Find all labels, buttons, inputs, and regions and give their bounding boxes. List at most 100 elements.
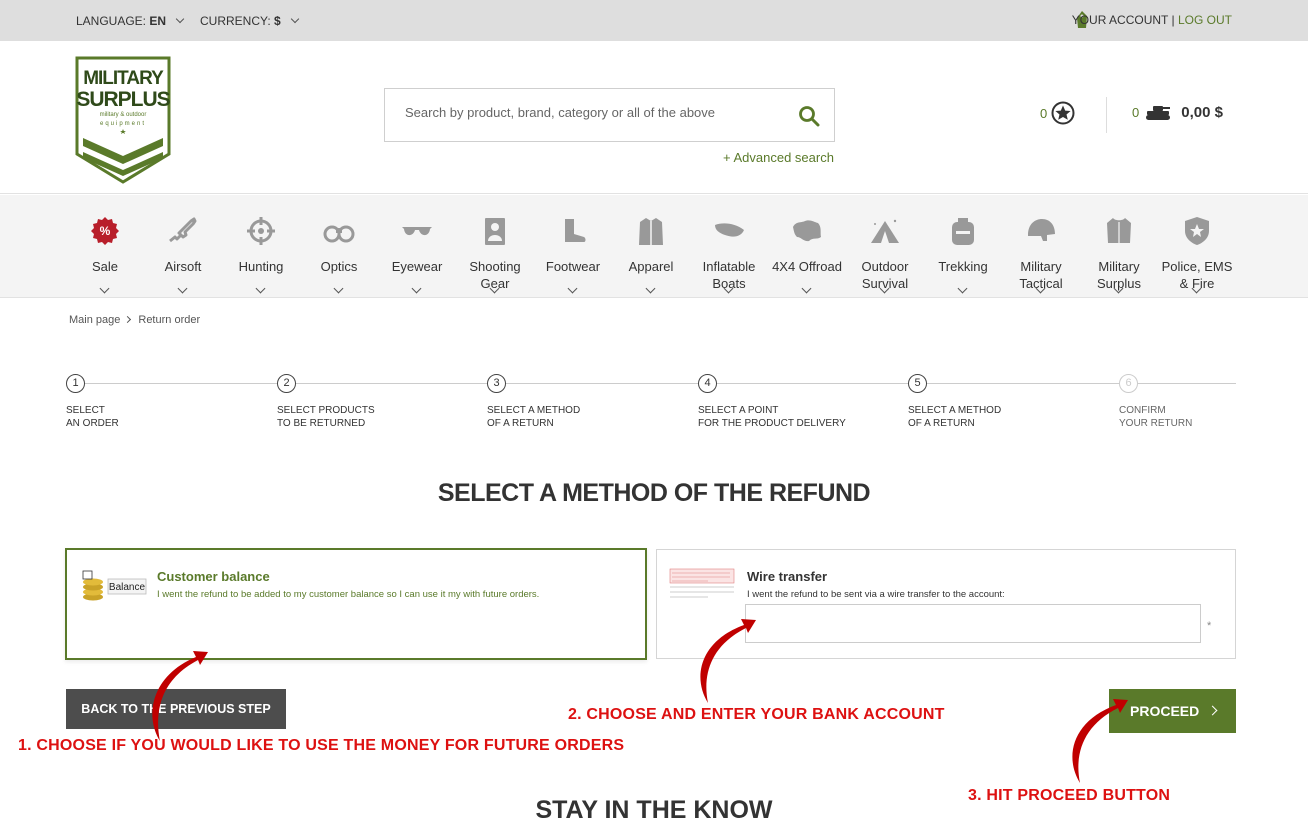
step-number: 2 — [277, 374, 296, 393]
boot-icon — [565, 219, 586, 242]
helmet-icon — [1028, 219, 1055, 241]
rifle-icon — [169, 217, 197, 243]
required-mark: * — [1207, 620, 1212, 632]
svg-text:Balance: Balance — [109, 582, 146, 593]
annotation-arrow-1 — [152, 651, 208, 741]
search-input[interactable] — [405, 105, 765, 120]
language-selector[interactable]: LANGUAGE: EN — [76, 14, 185, 28]
chevron-down-icon — [411, 283, 422, 294]
chevron-down-icon — [801, 283, 812, 294]
chevron-right-icon — [1207, 705, 1218, 716]
wire-transfer-thumbnail — [668, 565, 738, 601]
bank-account-input[interactable] — [745, 604, 1201, 643]
nav-item-trekking[interactable]: Trekking — [924, 215, 1002, 294]
your-account-link[interactable]: YOUR ACCOUNT — [1072, 13, 1168, 27]
chevron-down-icon — [255, 283, 266, 294]
tent-icon — [871, 219, 899, 243]
step-number: 1 — [66, 374, 85, 393]
breadcrumb: Main page Return order — [69, 314, 200, 326]
favorites[interactable]: 0 — [1040, 101, 1075, 125]
star-icon — [1051, 101, 1075, 125]
step-number: 6 — [1119, 374, 1138, 393]
jacket-icon — [639, 218, 663, 245]
chevron-down-icon — [957, 283, 968, 294]
balance-thumbnail: Balance — [82, 570, 147, 601]
currency-value: $ — [274, 14, 281, 28]
chevron-down-icon — [645, 283, 656, 294]
chevron-down-icon — [176, 14, 185, 24]
step-number: 5 — [908, 374, 927, 393]
step-label: SELECT PRODUCTS TO BE RETURNED — [277, 405, 375, 429]
nav-item-shooting-gear[interactable]: Shooting Gear — [456, 215, 534, 294]
cart-count: 0 — [1132, 104, 1140, 120]
chevron-down-icon — [290, 14, 300, 24]
breadcrumb-home[interactable]: Main page — [69, 314, 120, 326]
nav-item-sale[interactable]: % Sale — [66, 215, 144, 294]
step-4: 4 SELECT A POINT FOR THE PRODUCT DELIVERY — [698, 374, 878, 430]
step-5: 5 SELECT A METHOD OF A RETURN — [908, 374, 1088, 430]
nav-item-4x4-offroad[interactable]: 4X4 Offroad — [768, 215, 846, 294]
step-3: 3 SELECT A METHOD OF A RETURN — [487, 374, 667, 430]
chevron-down-icon — [99, 283, 110, 294]
backpack-icon — [952, 218, 974, 245]
currency-label: CURRENCY: — [200, 14, 271, 28]
tank-icon — [1146, 106, 1171, 120]
nav-item-military-surplus[interactable]: Military Surplus — [1080, 215, 1158, 294]
step-label: SELECT A METHOD OF A RETURN — [908, 405, 1002, 429]
target-icon — [485, 218, 505, 245]
step-label: SELECT A POINT FOR THE PRODUCT DELIVERY — [698, 405, 846, 429]
boat-icon — [715, 223, 744, 237]
crosshair-icon — [247, 217, 275, 245]
language-value: EN — [149, 14, 167, 28]
page-title: SELECT A METHOD OF THE REFUND — [437, 479, 871, 507]
annotation-2: 2. CHOOSE AND ENTER YOUR BANK ACCOUNT — [568, 706, 945, 723]
currency-selector[interactable]: CURRENCY: $ — [200, 14, 300, 28]
logout-link[interactable]: LOG OUT — [1178, 13, 1232, 27]
step-1: 1 SELECT AN ORDER — [66, 374, 246, 430]
option-customer-balance[interactable]: Balance Customer balance I went the refu… — [65, 548, 647, 660]
advanced-search-link[interactable]: + Advanced search — [723, 150, 834, 165]
option-title: Customer balance — [157, 569, 270, 584]
cart-total: 0,00 $ — [1181, 103, 1223, 121]
step-number: 3 — [487, 374, 506, 393]
cart[interactable]: 0 0,00 $ — [1132, 103, 1223, 121]
nav-item-optics[interactable]: Optics — [300, 215, 378, 294]
nav-item-outdoor-survival[interactable]: Outdoor Survival — [846, 215, 924, 294]
category-nav: % Sale Airsoft Hunting Optics Eyewear Sh… — [0, 195, 1308, 298]
step-2: 2 SELECT PRODUCTS TO BE RETURNED — [277, 374, 457, 430]
nav-item-apparel[interactable]: Apparel — [612, 215, 690, 294]
separator: | — [1171, 13, 1175, 27]
option-description: I went the refund to be added to my cust… — [157, 589, 540, 600]
search-icon[interactable] — [798, 105, 820, 127]
account-links: YOUR ACCOUNT | LOG OUT — [1072, 13, 1232, 27]
nav-item-military-tactical[interactable]: Military Tactical — [1002, 215, 1080, 294]
annotation-arrow-3 — [1072, 699, 1128, 783]
chevron-down-icon — [177, 283, 188, 294]
annotation-arrow-2 — [700, 619, 756, 703]
nav-item-police-ems-fire[interactable]: Police, EMS & Fire — [1158, 215, 1236, 294]
option-title: Wire transfer — [747, 569, 828, 584]
svg-text:MILITARY: MILITARY — [83, 68, 164, 89]
step-6: 6 CONFIRM YOUR RETURN — [1119, 374, 1299, 430]
top-bar: LANGUAGE: EN CURRENCY: $ YOUR ACCOUNT | … — [0, 0, 1308, 41]
chevron-down-icon — [333, 283, 344, 294]
checkout-steps: 1 SELECT AN ORDER 2 SELECT PRODUCTS TO BE … — [66, 374, 1236, 434]
vest-icon — [1107, 218, 1131, 243]
nav-item-footwear[interactable]: Footwear — [534, 215, 612, 294]
step-number: 4 — [698, 374, 717, 393]
svg-text:SURPLUS: SURPLUS — [76, 88, 170, 111]
chevron-down-icon — [567, 283, 578, 294]
sunglasses-icon — [402, 227, 432, 236]
nav-item-eyewear[interactable]: Eyewear — [378, 215, 456, 294]
nav-item-airsoft[interactable]: Airsoft — [144, 215, 222, 294]
proceed-label: PROCEED — [1130, 703, 1200, 719]
sale-icon: % — [91, 217, 119, 245]
military-surplus-logo[interactable]: MILITARY SURPLUS military & outdoor equi… — [75, 56, 171, 184]
binoculars-icon — [323, 225, 355, 243]
nav-item-hunting[interactable]: Hunting — [222, 215, 300, 294]
svg-text:%: % — [100, 224, 111, 238]
svg-text:equipment: equipment — [100, 121, 146, 127]
chevron-right-icon — [124, 315, 132, 324]
step-label: CONFIRM YOUR RETURN — [1119, 405, 1193, 429]
nav-item-inflatable-boats[interactable]: Inflatable Boats — [690, 215, 768, 294]
